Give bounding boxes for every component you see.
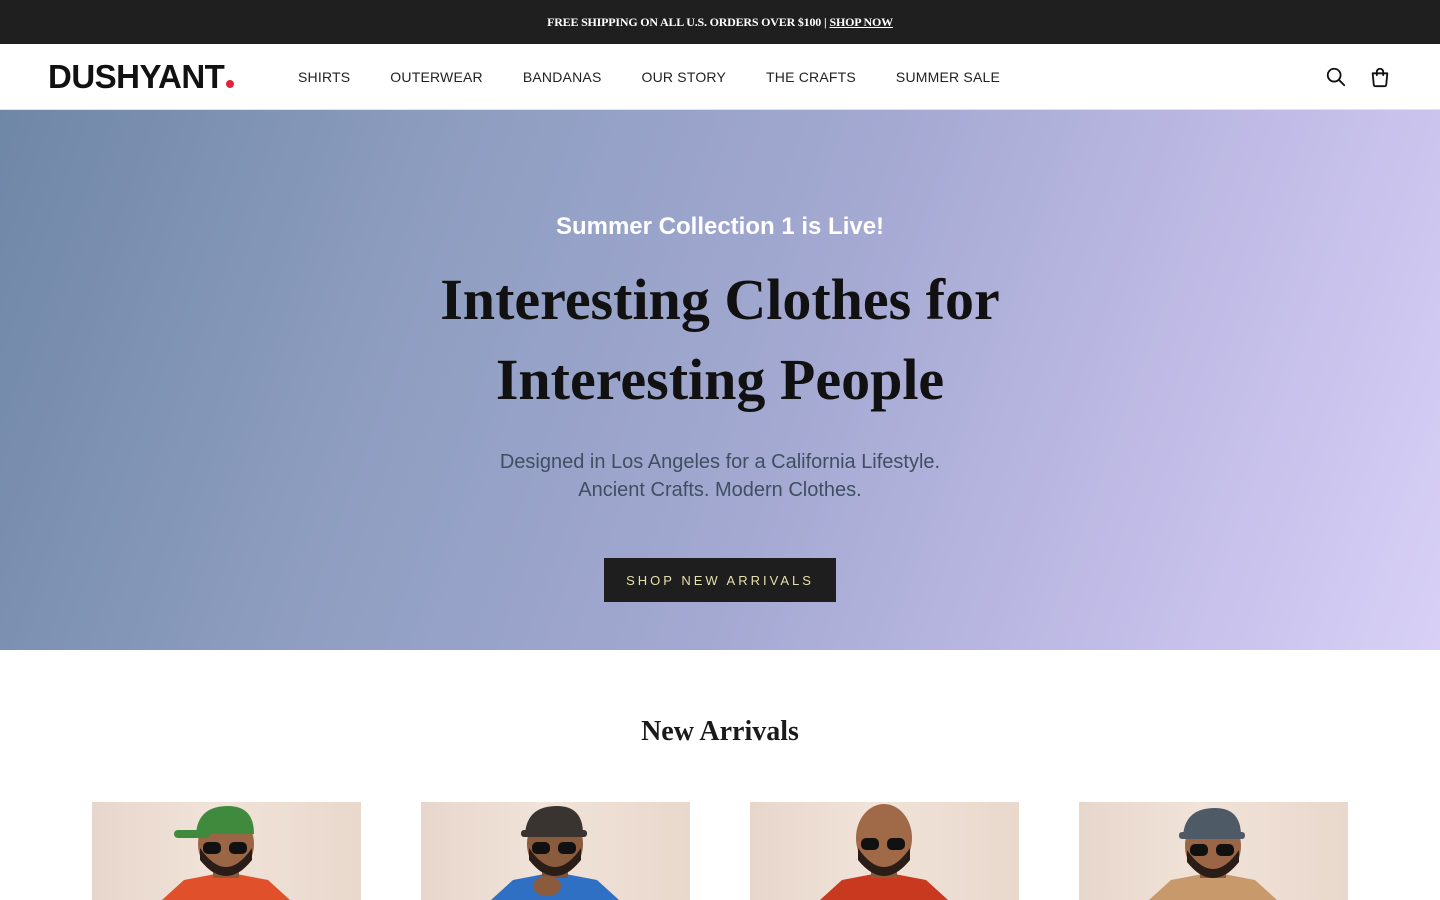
model-cap-brim xyxy=(521,830,587,837)
hero-subtitle-line-1: Designed in Los Angeles for a California… xyxy=(499,451,941,473)
main-nav: SHIRTS OUTERWEAR BANDANAS OUR STORY THE … xyxy=(298,44,1040,110)
model-lens-right xyxy=(1216,844,1234,856)
model-lens-left xyxy=(203,842,221,854)
model-cap-brim xyxy=(1179,832,1245,839)
announcement-separator: | xyxy=(824,14,827,29)
nav-item-outerwear[interactable]: OUTERWEAR xyxy=(390,69,483,85)
search-button[interactable] xyxy=(1323,64,1349,90)
model-cap xyxy=(525,806,583,834)
brand-logo[interactable]: DUSHYANT xyxy=(48,58,235,96)
product-card[interactable] xyxy=(92,802,361,900)
model-cap-brim xyxy=(174,830,210,838)
nav-item-the-crafts[interactable]: THE CRAFTS xyxy=(766,69,856,85)
shop-now-link[interactable]: SHOP NOW xyxy=(830,15,894,30)
product-image xyxy=(491,806,619,900)
product-grid xyxy=(0,802,1440,900)
shop-new-arrivals-button[interactable]: SHOP NEW ARRIVALS xyxy=(604,558,836,602)
product-card[interactable] xyxy=(1079,802,1348,900)
hero-subtitle-line-2: Ancient Crafts. Modern Clothes. xyxy=(578,479,862,501)
hero-subtitle: Designed in Los Angeles for a California… xyxy=(370,448,1070,504)
model-lens-right xyxy=(558,842,576,854)
model-cap xyxy=(1183,808,1241,836)
cart-button[interactable] xyxy=(1367,64,1393,90)
nav-item-summer-sale[interactable]: SUMMER SALE xyxy=(896,69,1000,85)
product-image xyxy=(1149,808,1277,900)
model-lens-left xyxy=(1190,844,1208,856)
model-lens-right xyxy=(229,842,247,854)
announcement-bar: FREE SHIPPING ON ALL U.S. ORDERS OVER $1… xyxy=(0,0,1440,44)
announcement-text: FREE SHIPPING ON ALL U.S. ORDERS OVER $1… xyxy=(547,14,822,29)
model-cap xyxy=(196,806,254,834)
model-hand xyxy=(533,876,561,896)
nav-item-shirts[interactable]: SHIRTS xyxy=(298,69,350,85)
product-image xyxy=(162,806,290,900)
hero-banner: Summer Collection 1 is Live! Interesting… xyxy=(0,110,1440,650)
model-lens-left xyxy=(532,842,550,854)
logo-dot xyxy=(226,80,235,88)
search-icon xyxy=(1326,67,1346,87)
hero-kicker: Summer Collection 1 is Live! xyxy=(555,213,885,240)
model-lens-left xyxy=(861,838,879,850)
brand-logo-text: DUSHYANT xyxy=(48,58,225,95)
shopping-bag-icon xyxy=(1371,67,1389,88)
nav-item-bandanas[interactable]: BANDANAS xyxy=(523,69,602,85)
site-header: DUSHYANT SHIRTS OUTERWEAR BANDANAS OUR S… xyxy=(0,44,1440,110)
new-arrivals-heading: New Arrivals xyxy=(641,716,799,747)
model-lens-right xyxy=(887,838,905,850)
product-card[interactable] xyxy=(421,802,690,900)
hero-title: Interesting Clothes for Interesting Peop… xyxy=(440,267,1000,412)
product-image xyxy=(820,804,948,900)
nav-item-our-story[interactable]: OUR STORY xyxy=(641,69,726,85)
product-card[interactable] xyxy=(750,802,1019,900)
